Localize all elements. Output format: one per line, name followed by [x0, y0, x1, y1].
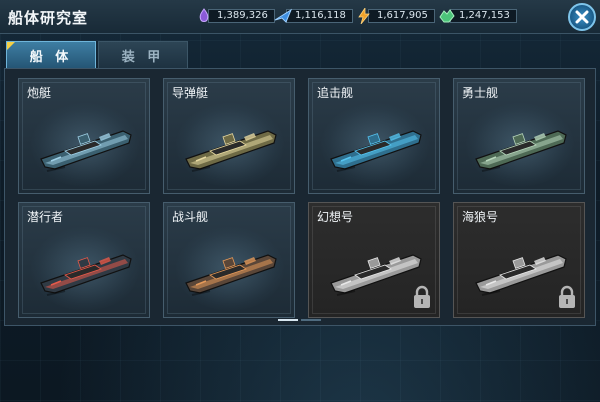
ship-icon: [185, 254, 277, 296]
ship-name: 勇士舰: [462, 86, 499, 100]
ship-icon: [475, 130, 567, 172]
padlock-icon: [414, 285, 430, 308]
close-icon: [575, 10, 589, 24]
ship-name: 追击舰: [317, 86, 354, 100]
ship-name: 幻想号: [317, 210, 354, 224]
ship-icon: [40, 254, 132, 296]
ship-card[interactable]: 战斗舰: [163, 202, 295, 318]
ship-card[interactable]: 潜行者: [18, 202, 150, 318]
ship-card[interactable]: 导弹艇: [163, 78, 295, 194]
ship-card[interactable]: 追击舰: [308, 78, 440, 194]
ship-name: 炮艇: [27, 86, 52, 100]
tab-armor[interactable]: 装 甲: [98, 41, 188, 69]
window-title: 船体研究室: [8, 9, 89, 27]
resource-energy: 1,617,905: [356, 6, 435, 25]
ship-name: 导弹艇: [172, 86, 209, 100]
page-dot-active[interactable]: [278, 319, 298, 321]
resource-value: 1,389,326: [208, 9, 275, 23]
ship-name: 海狼号: [462, 210, 499, 224]
ship-card[interactable]: 海狼号: [453, 202, 585, 318]
page-dot[interactable]: [301, 319, 321, 321]
blue-wing-icon: [274, 8, 293, 24]
padlock-icon: [559, 285, 575, 308]
ship-name: 潜行者: [27, 210, 64, 224]
tab-hull[interactable]: 船 体: [6, 41, 96, 69]
resource-value: 1,617,905: [368, 9, 435, 23]
tab-bar: 船 体 装 甲: [6, 41, 190, 69]
resource-purple: 1,389,326: [196, 7, 275, 25]
resource-green: 1,247,153: [438, 7, 517, 25]
ship-card[interactable]: 幻想号: [308, 202, 440, 318]
ship-icon: [185, 130, 277, 172]
ship-card[interactable]: 勇士舰: [453, 78, 585, 194]
purple-crystal-icon: [196, 8, 212, 24]
ship-icon: [40, 130, 132, 172]
page-indicator: [278, 319, 321, 321]
ship-name: 战斗舰: [172, 210, 209, 224]
ship-icon: [330, 254, 422, 296]
ship-grid-panel: 炮艇 导弹艇 追击舰 勇士舰潜行者 战斗舰 幻想号 海狼号: [4, 68, 596, 326]
ship-icon: [330, 130, 422, 172]
top-bar: 船体研究室 1,389,326 1,116,118 1,617,905 1,24…: [0, 0, 600, 34]
ship-icon: [475, 254, 567, 296]
lightning-bolt-icon: [356, 6, 372, 25]
resource-value: 1,247,153: [450, 9, 517, 23]
resource-blue: 1,116,118: [274, 7, 353, 25]
close-button[interactable]: [568, 3, 596, 31]
resource-value: 1,116,118: [286, 9, 353, 23]
ship-card[interactable]: 炮艇: [18, 78, 150, 194]
green-gem-icon: [438, 8, 455, 24]
